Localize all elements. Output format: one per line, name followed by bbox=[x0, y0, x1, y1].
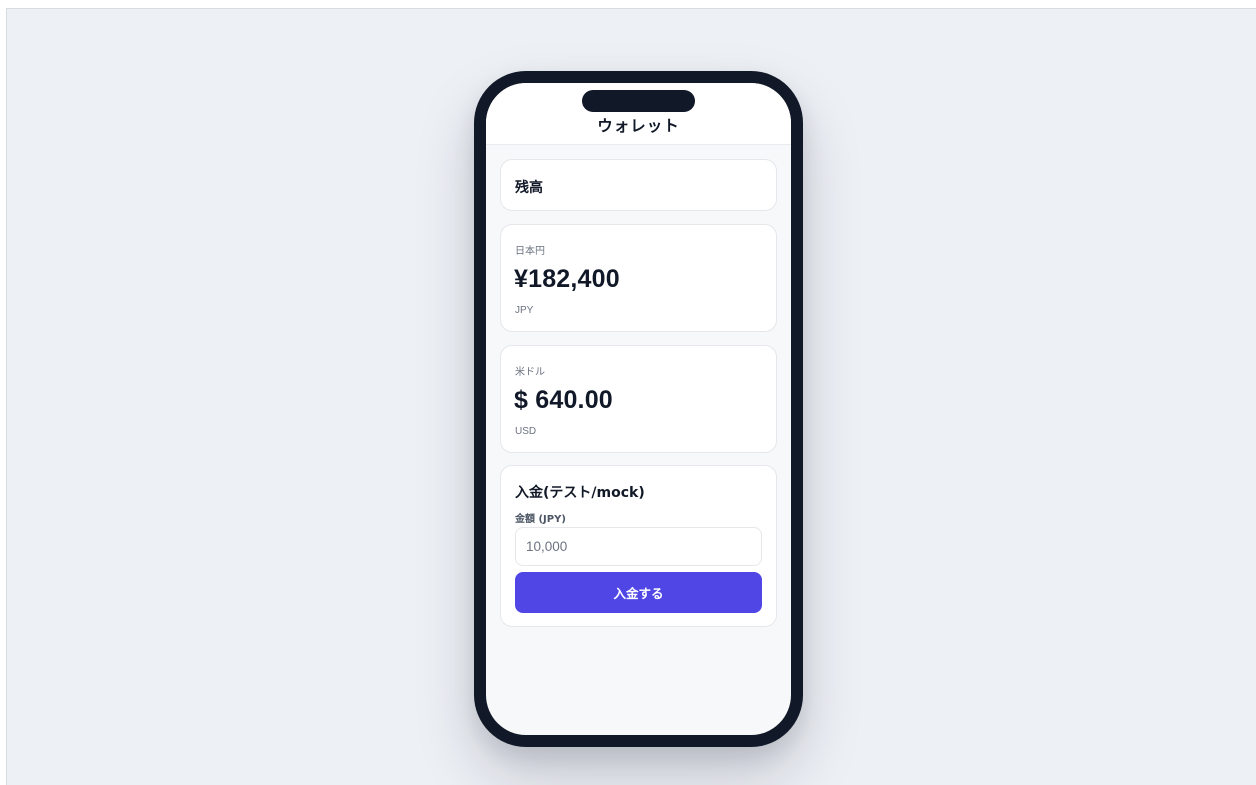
balance-heading-card: 残高 bbox=[500, 159, 777, 211]
jpy-balance-card: 日本円 ¥182,400 JPY bbox=[500, 224, 777, 332]
jpy-currency-label: 日本円 bbox=[515, 246, 545, 257]
usd-currency-code: USD bbox=[515, 426, 537, 437]
dynamic-island bbox=[582, 90, 695, 112]
jpy-balance-amount: ¥182,400 bbox=[514, 265, 620, 293]
usd-balance-card: 米ドル $ 640.00 USD bbox=[500, 345, 777, 453]
phone-frame: ウォレット 残高 日本円 ¥182,400 JPY 米ドル $ 640.00 U… bbox=[474, 71, 803, 747]
page-title: ウォレット bbox=[597, 117, 680, 135]
usd-currency-label: 米ドル bbox=[515, 367, 545, 378]
amount-field-label: 金額 (JPY) bbox=[515, 514, 566, 525]
balance-heading: 残高 bbox=[515, 180, 543, 196]
deposit-button[interactable]: 入金する bbox=[515, 572, 762, 613]
amount-input[interactable] bbox=[515, 527, 762, 566]
page-background: ウォレット 残高 日本円 ¥182,400 JPY 米ドル $ 640.00 U… bbox=[6, 8, 1256, 785]
phone-screen: ウォレット 残高 日本円 ¥182,400 JPY 米ドル $ 640.00 U… bbox=[486, 83, 791, 735]
usd-balance-amount: $ 640.00 bbox=[514, 386, 613, 414]
jpy-currency-code: JPY bbox=[515, 305, 534, 316]
deposit-title: 入金(テスト/mock) bbox=[515, 485, 645, 501]
deposit-card: 入金(テスト/mock) 金額 (JPY) 入金する bbox=[500, 465, 777, 627]
